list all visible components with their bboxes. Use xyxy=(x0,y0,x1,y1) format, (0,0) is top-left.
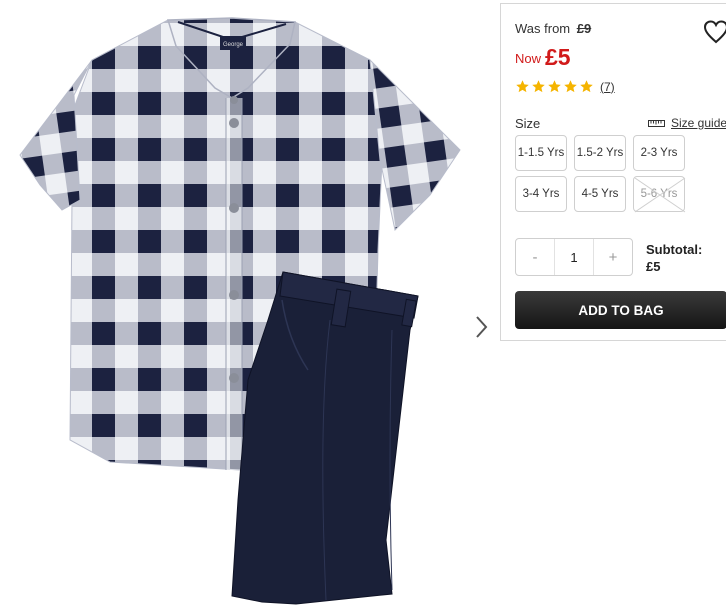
quantity-input[interactable]: 1 xyxy=(554,239,594,275)
quantity-stepper: - 1 + xyxy=(515,238,633,276)
shirt-label: George xyxy=(223,42,244,48)
size-option-label: 4-5 Yrs xyxy=(581,188,619,200)
subtotal-value: £5 xyxy=(646,259,661,274)
quantity-decrease-button[interactable]: - xyxy=(516,239,554,275)
star-icon xyxy=(564,80,577,93)
subtotal-label: Subtotal: xyxy=(646,242,703,257)
purchase-panel: Was from £9 Now £5 (7) Size Size guide 1-… xyxy=(500,3,726,341)
now-price-value: £5 xyxy=(545,44,571,70)
now-price-label: Now xyxy=(515,51,542,66)
heart-outline-icon[interactable] xyxy=(703,20,726,44)
product-image: George xyxy=(0,0,500,606)
out-of-stock-cross-icon xyxy=(634,177,686,213)
product-photo: George xyxy=(19,17,461,605)
star-icon xyxy=(516,80,529,93)
size-label: Size xyxy=(515,116,541,131)
rating: (7) xyxy=(515,79,615,94)
size-option-4-5-yrs[interactable]: 4-5 Yrs xyxy=(574,176,626,212)
star-icon xyxy=(548,80,561,93)
was-price-label: Was from xyxy=(515,21,571,36)
size-option-label: 1-1.5 Yrs xyxy=(517,147,565,159)
size-option-1-5-2-yrs[interactable]: 1.5-2 Yrs xyxy=(574,135,626,171)
review-count-link[interactable]: (7) xyxy=(600,80,615,94)
size-option-label: 1.5-2 Yrs xyxy=(576,147,624,159)
star-icon xyxy=(580,80,593,93)
was-price-value: £9 xyxy=(576,21,592,36)
size-option-5-6-yrs-out-of-stock[interactable]: 5-6 Yrs xyxy=(633,176,686,213)
now-price: Now £5 xyxy=(515,44,571,71)
size-option-1-1-5-yrs[interactable]: 1-1.5 Yrs xyxy=(515,135,567,171)
quantity-increase-button[interactable]: + xyxy=(594,239,632,275)
size-option-label: 2-3 Yrs xyxy=(640,147,678,159)
wishlist-button[interactable] xyxy=(703,20,726,44)
subtotal: Subtotal: £5 xyxy=(646,241,702,275)
chevron-right-icon[interactable] xyxy=(474,314,490,340)
size-guide-link[interactable]: Size guide xyxy=(648,116,726,130)
next-image-arrow[interactable] xyxy=(474,314,490,340)
size-option-label: 3-4 Yrs xyxy=(522,188,560,200)
star-icon xyxy=(532,80,545,93)
add-to-bag-button[interactable]: ADD TO BAG xyxy=(515,291,726,329)
rating-stars xyxy=(515,79,594,94)
was-price: Was from £9 xyxy=(515,21,591,36)
size-option-2-3-yrs[interactable]: 2-3 Yrs xyxy=(633,135,685,171)
ruler-icon xyxy=(648,120,665,127)
size-option-3-4-yrs[interactable]: 3-4 Yrs xyxy=(515,176,567,212)
size-guide-label: Size guide xyxy=(671,116,726,130)
